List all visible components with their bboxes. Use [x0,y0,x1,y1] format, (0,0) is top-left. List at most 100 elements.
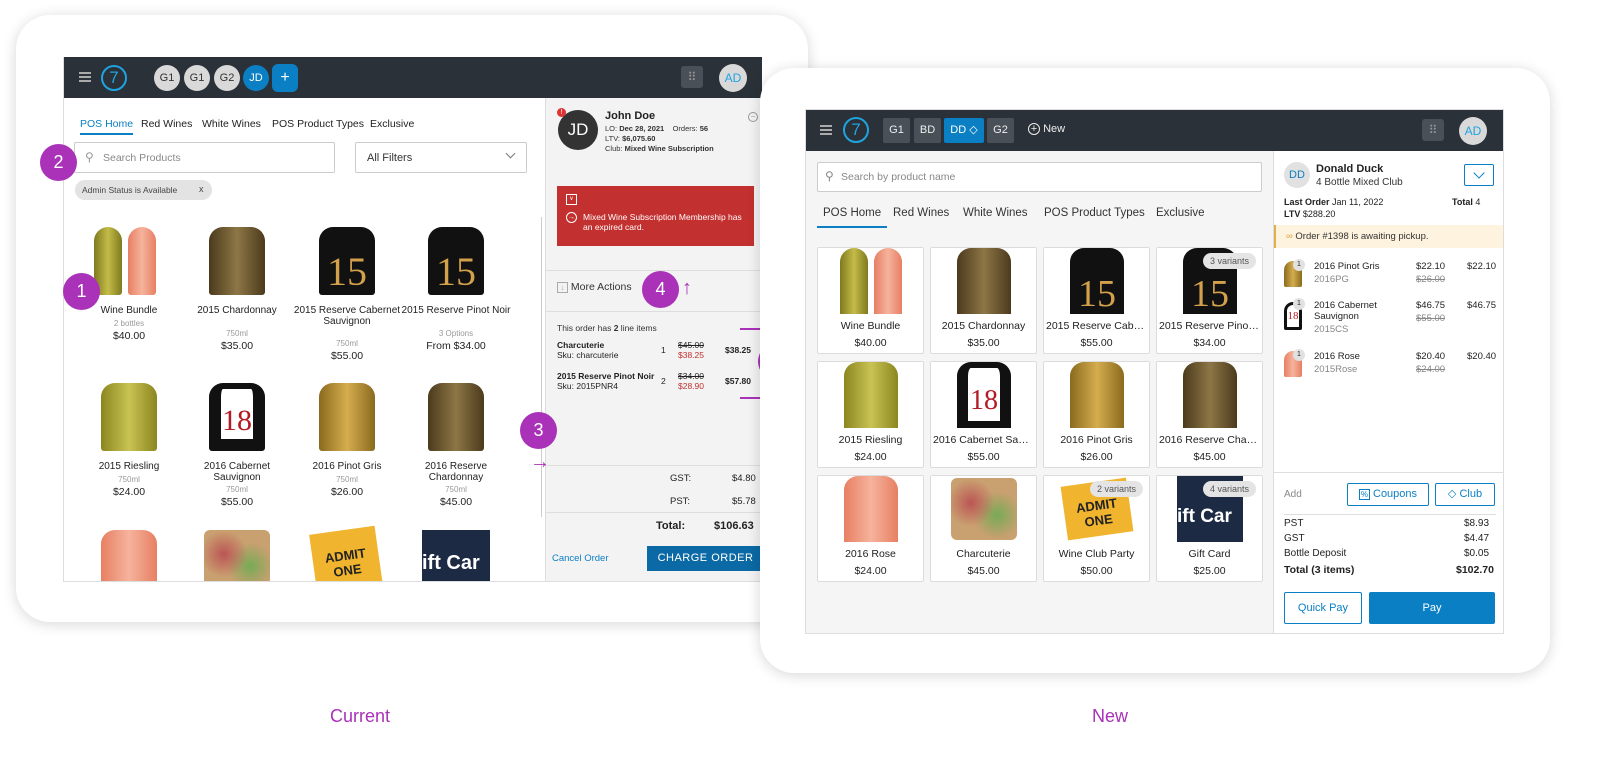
product-card[interactable]: 2015 Riesling 750ml $24.00 [74,383,184,513]
caption-current: Current [329,706,391,726]
ltv-value: $6,075.60 [622,134,656,143]
close-icon[interactable]: x [199,184,204,194]
product-tile[interactable]: 2016 Rose $24.00 [817,475,924,582]
product-card[interactable]: 2015 Chardonnay 750ml $35.00 [182,227,292,357]
product-tile[interactable]: Charcuterie $45.00 [930,475,1037,582]
remove-customer-icon[interactable]: − [748,112,758,122]
lo-value: Dec 28, 2021 [619,124,665,133]
product-tile[interactable]: 15 3 variants 2015 Reserve Pinot ... $34… [1156,247,1263,354]
pickup-notice[interactable]: ∞ Order #1398 is awaiting pickup. [1274,225,1503,248]
charcuterie-image[interactable] [204,530,270,581]
tab-pos-product-types[interactable]: POS Product Types [1044,207,1145,219]
cancel-order-link[interactable]: Cancel Order [552,553,609,564]
tab-exclusive[interactable]: Exclusive [370,118,414,130]
guest-chip[interactable]: G1 [154,65,180,91]
club-button[interactable]: ◇ Club [1435,483,1495,506]
product-price: $50.00 [1080,565,1113,577]
new-tab-button[interactable]: + New [1028,123,1065,135]
product-tile[interactable]: 2015 Chardonnay $35.00 [930,247,1037,354]
filter-dropdown[interactable]: All Filters [355,142,527,173]
tab-pos-product-types[interactable]: POS Product Types [272,118,364,130]
customer-tab-active[interactable]: DD ◇ [944,118,984,143]
cart-item[interactable]: 18 1 2016 Cabernet Sauvignon 2015CS $46.… [1284,298,1499,342]
apps-grid-icon[interactable]: ⠿ [1422,119,1444,141]
guest-chip[interactable]: G2 [214,65,240,91]
ticket-image[interactable]: ADMIT ONE [309,525,383,581]
guest-chip[interactable]: G1 [184,65,210,91]
coupons-button[interactable]: % Coupons [1347,483,1429,506]
tab-pos-home[interactable]: POS Home [817,207,888,228]
user-avatar[interactable]: AD [1459,117,1487,145]
rose-bottle-image[interactable] [101,530,157,581]
hamburger-icon[interactable] [79,72,91,82]
search-icon: ⚲ [85,150,94,164]
tab-white-wines[interactable]: White Wines [202,118,261,130]
cart-item-sku: 2015Rose [1314,364,1358,375]
product-tile[interactable]: Wine Bundle $40.00 [817,247,924,354]
charge-order-button[interactable]: CHARGE ORDER [647,546,762,571]
product-image: 15 [1044,248,1149,314]
customer-chip-active[interactable]: JD [243,65,269,91]
search-field[interactable]: ⚲ Search Products [74,142,335,173]
product-price: $45.00 [439,496,473,508]
product-tile[interactable]: 2016 Reserve Chard... $45.00 [1156,361,1263,468]
quick-pay-button[interactable]: Quick Pay [1284,592,1362,624]
product-image [818,476,923,542]
customer-tab[interactable]: BD [914,118,941,143]
bottle-image [101,383,157,451]
guest-tab[interactable]: G1 [883,118,910,143]
search-field[interactable]: ⚲ Search by product name [817,162,1262,192]
product-card[interactable]: 15 2015 Reserve Cabernet Sauvignon 750ml… [292,227,402,362]
line-item-sku: Sku: charcuterie [557,350,619,360]
product-card[interactable]: 18 2016 Cabernet Sauvignon 750ml $55.00 [182,383,292,513]
line-item[interactable]: Charcuterie Sku: charcuterie 1 $45.00 $3… [557,340,757,364]
tab-pos-home[interactable]: POS Home [80,118,134,135]
tab-exclusive[interactable]: Exclusive [1156,207,1205,219]
line-item[interactable]: 2015 Reserve Pinot Noir Sku: 2015PNR4 2 … [557,371,757,395]
tab-red-wines[interactable]: Red Wines [141,118,192,130]
product-tile[interactable]: 2016 Pinot Gris $26.00 [1043,361,1150,468]
pst-value: $5.78 [732,496,756,507]
search-placeholder: Search by product name [841,171,956,183]
hamburger-icon[interactable] [820,125,832,135]
new-tab-label: New [1043,123,1066,135]
product-name: Charcuterie [956,548,1011,560]
cart-item[interactable]: 1 2016 Rose 2015Rose $20.40 $24.00 $20.4… [1284,349,1499,383]
product-card[interactable]: 2016 Reserve Chardonnay 750ml $45.00 [401,383,511,513]
section-divider [546,465,762,466]
expand-customer-button[interactable] [1464,164,1494,186]
alert-banner[interactable]: ∨ → Mixed Wine Subscription Membership h… [557,186,754,246]
current-product-grid: Wine Bundle 2 bottles $40.00 2015 Chardo… [64,217,534,581]
gst-label: GST [1284,533,1305,544]
product-tile[interactable]: ift Car 4 variants Gift Card $25.00 [1156,475,1263,582]
caption-new: New [1091,706,1128,726]
cart-item-name: 2016 Cabernet Sauvignon [1314,300,1377,322]
guest-tab[interactable]: G2 [987,118,1014,143]
ltv-label: LTV: [605,134,621,143]
line-item-old-price: $45.00 [678,340,704,350]
tab-red-wines[interactable]: Red Wines [893,207,949,219]
line-item-sku: Sku: 2015PNR4 [557,381,618,391]
marker-1: 1 [63,273,100,310]
product-tile[interactable]: 15 2015 Reserve Caber... $55.00 [1043,247,1150,354]
active-tab-label: DD [950,124,967,136]
product-tile[interactable]: ADMIT ONE 2 variants Wine Club Party $50… [1043,475,1150,582]
collapse-icon[interactable]: ∨ [566,194,577,205]
marker-2: 2 [40,144,77,181]
user-avatar[interactable]: AD [719,64,747,92]
add-customer-icon[interactable]: + [272,64,298,92]
total-orders-info: Total 4 [1452,197,1480,207]
product-tile[interactable]: 18 2016 Cabernet Sauv... $55.00 [930,361,1037,468]
cart-item[interactable]: 1 2016 Pinot Gris 2016PG $22.10 $26.00 $… [1284,259,1499,293]
pay-button[interactable]: Pay [1369,592,1495,624]
tab-white-wines[interactable]: White Wines [963,207,1028,219]
new-tab-bar: POS Home Red Wines White Wines POS Produ… [817,207,1262,232]
product-card[interactable]: 15 2015 Reserve Pinot Noir 3 Options Fro… [401,227,511,357]
gift-card-image[interactable]: ift Car [422,530,490,581]
product-tile[interactable]: 2015 Riesling $24.00 [817,361,924,468]
last-order-label: Last Order [1284,197,1330,207]
more-actions-button[interactable]: ↓ More Actions [557,281,647,297]
product-card[interactable]: 2016 Pinot Gris 750ml $26.00 [292,383,402,513]
apps-grid-icon[interactable]: ⠿ [681,66,703,88]
filter-tag[interactable]: Admin Status is Available x [75,180,212,200]
